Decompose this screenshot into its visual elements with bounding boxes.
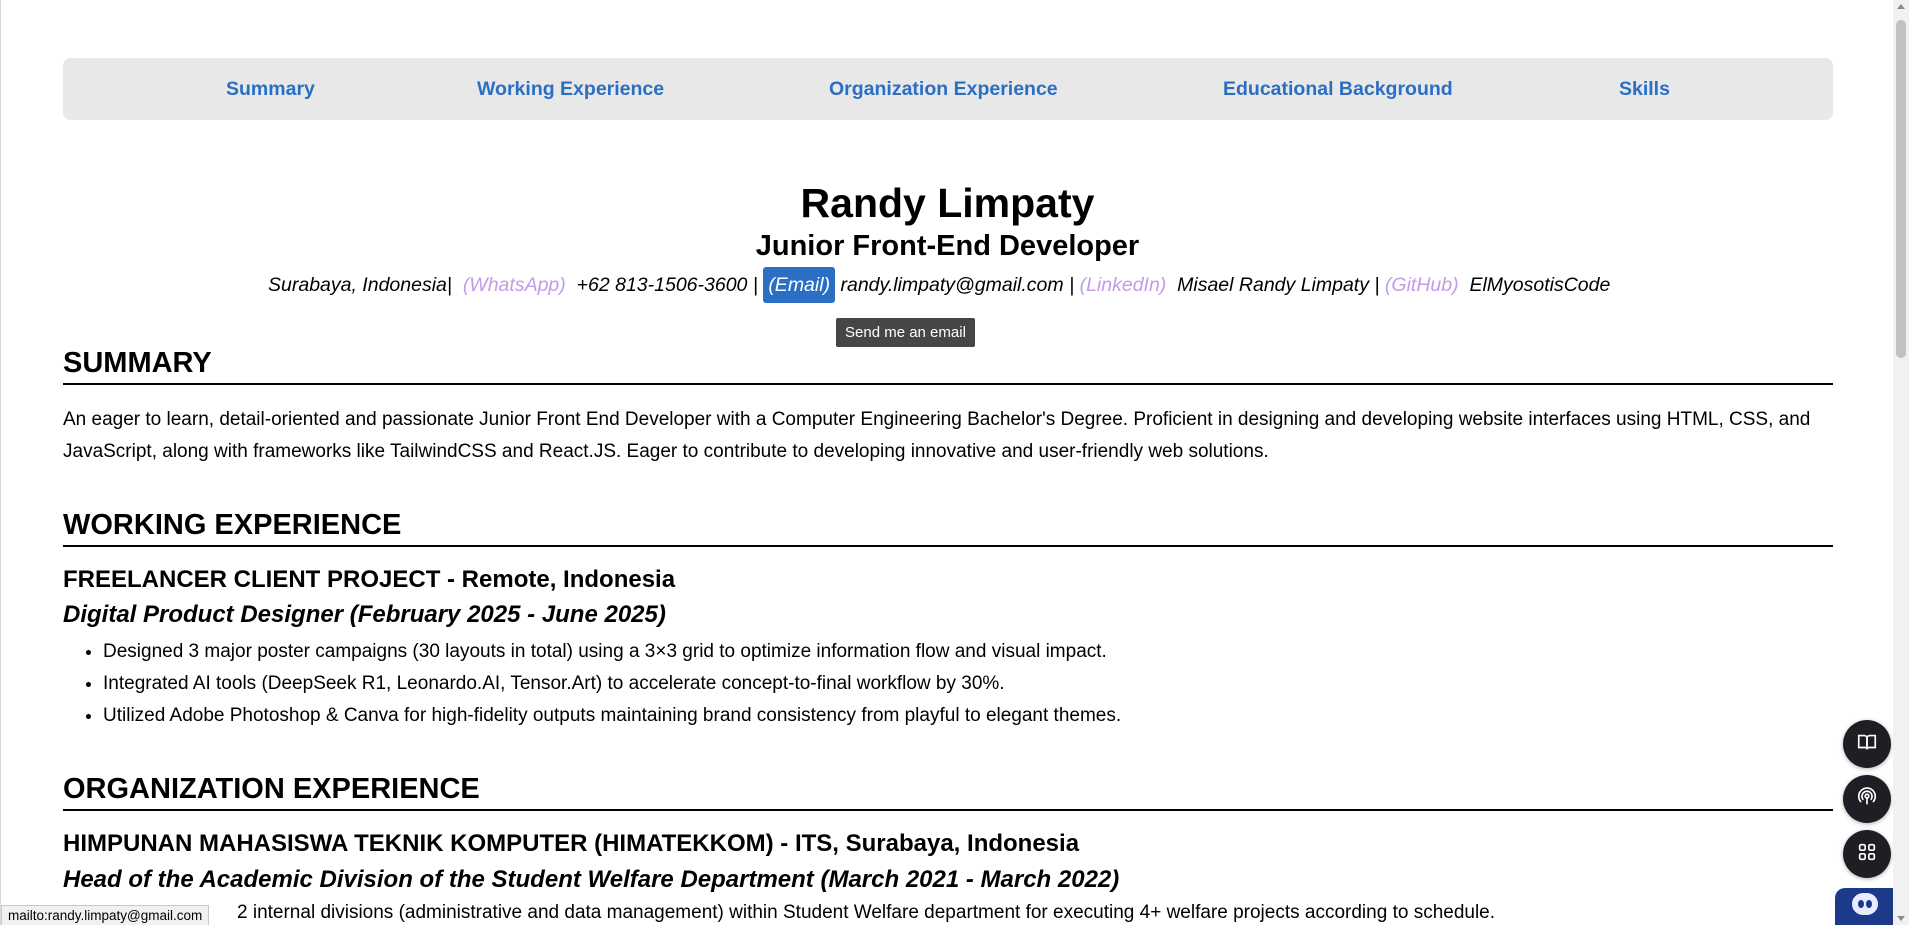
github-name: ElMyosotisCode xyxy=(1469,274,1611,296)
link-status-bar: mailto:randy.limpaty@gmail.com xyxy=(1,905,210,925)
assistant-button[interactable] xyxy=(1835,888,1894,925)
github-link[interactable]: (GitHub) xyxy=(1385,274,1459,296)
email-tooltip: Send me an email xyxy=(836,318,975,347)
whatsapp-link[interactable]: (WhatsApp) xyxy=(463,274,566,296)
nav-organization-experience[interactable]: Organization Experience xyxy=(829,58,1058,120)
vertical-scrollbar[interactable] xyxy=(1893,0,1909,925)
top-nav: Summary Working Experience Organization … xyxy=(63,58,1833,120)
broadcast-fab[interactable] xyxy=(1843,775,1891,823)
summary-text: An eager to learn, detail-oriented and p… xyxy=(63,409,1811,462)
org-bullet-partial: 2 internal divisions (administrative and… xyxy=(237,902,1496,923)
working-experience-heading: WORKING EXPERIENCE xyxy=(63,507,1833,547)
apps-grid-icon xyxy=(1856,841,1878,868)
job-role: Junior Front-End Developer xyxy=(755,230,1140,262)
reader-fab[interactable] xyxy=(1843,720,1891,768)
list-item: Utilized Adobe Photoshop & Canva for hig… xyxy=(103,700,1121,732)
list-item: Designed 3 major poster campaigns (30 la… xyxy=(103,636,1121,668)
separator: | xyxy=(1374,274,1380,296)
book-icon xyxy=(1856,731,1878,758)
separator: | xyxy=(752,274,758,296)
assistant-icon xyxy=(1850,890,1880,923)
nav-educational-background[interactable]: Educational Background xyxy=(1223,58,1453,120)
nav-skills[interactable]: Skills xyxy=(1619,58,1670,120)
separator: | xyxy=(446,274,452,296)
work-bullets: Designed 3 major poster campaigns (30 la… xyxy=(63,636,1121,732)
org-position: Head of the Academic Division of the Stu… xyxy=(63,866,1120,893)
location: Surabaya, Indonesia xyxy=(268,274,447,296)
apps-fab[interactable] xyxy=(1843,830,1891,878)
nav-summary[interactable]: Summary xyxy=(226,58,315,120)
email-link[interactable]: (Email) xyxy=(763,267,836,303)
work-company: FREELANCER CLIENT PROJECT - Remote, Indo… xyxy=(63,566,676,593)
scrollbar-thumb[interactable] xyxy=(1896,20,1906,358)
resume-page: Summary Working Experience Organization … xyxy=(0,0,1894,925)
work-position: Digital Product Designer (February 2025 … xyxy=(63,601,666,628)
linkedin-link[interactable]: (LinkedIn) xyxy=(1080,274,1167,296)
broadcast-icon xyxy=(1856,786,1878,813)
email-address: randy.limpaty@gmail.com xyxy=(840,274,1064,296)
contact-line: Surabaya, Indonesia| (WhatsApp) +62 813-… xyxy=(268,266,1610,304)
scroll-up-icon[interactable] xyxy=(1897,4,1905,9)
summary-heading: SUMMARY xyxy=(63,345,1833,385)
linkedin-name: Misael Randy Limpaty xyxy=(1177,274,1369,296)
scroll-down-icon[interactable] xyxy=(1897,916,1905,921)
nav-working-experience[interactable]: Working Experience xyxy=(477,58,664,120)
phone-number: +62 813-1506-3600 xyxy=(576,274,748,296)
separator: | xyxy=(1069,274,1075,296)
organization-experience-heading: ORGANIZATION EXPERIENCE xyxy=(63,771,1833,811)
person-name: Randy Limpaty xyxy=(800,180,1095,226)
list-item: Integrated AI tools (DeepSeek R1, Leonar… xyxy=(103,668,1121,700)
org-company: HIMPUNAN MAHASISWA TEKNIK KOMPUTER (HIMA… xyxy=(63,830,1080,857)
